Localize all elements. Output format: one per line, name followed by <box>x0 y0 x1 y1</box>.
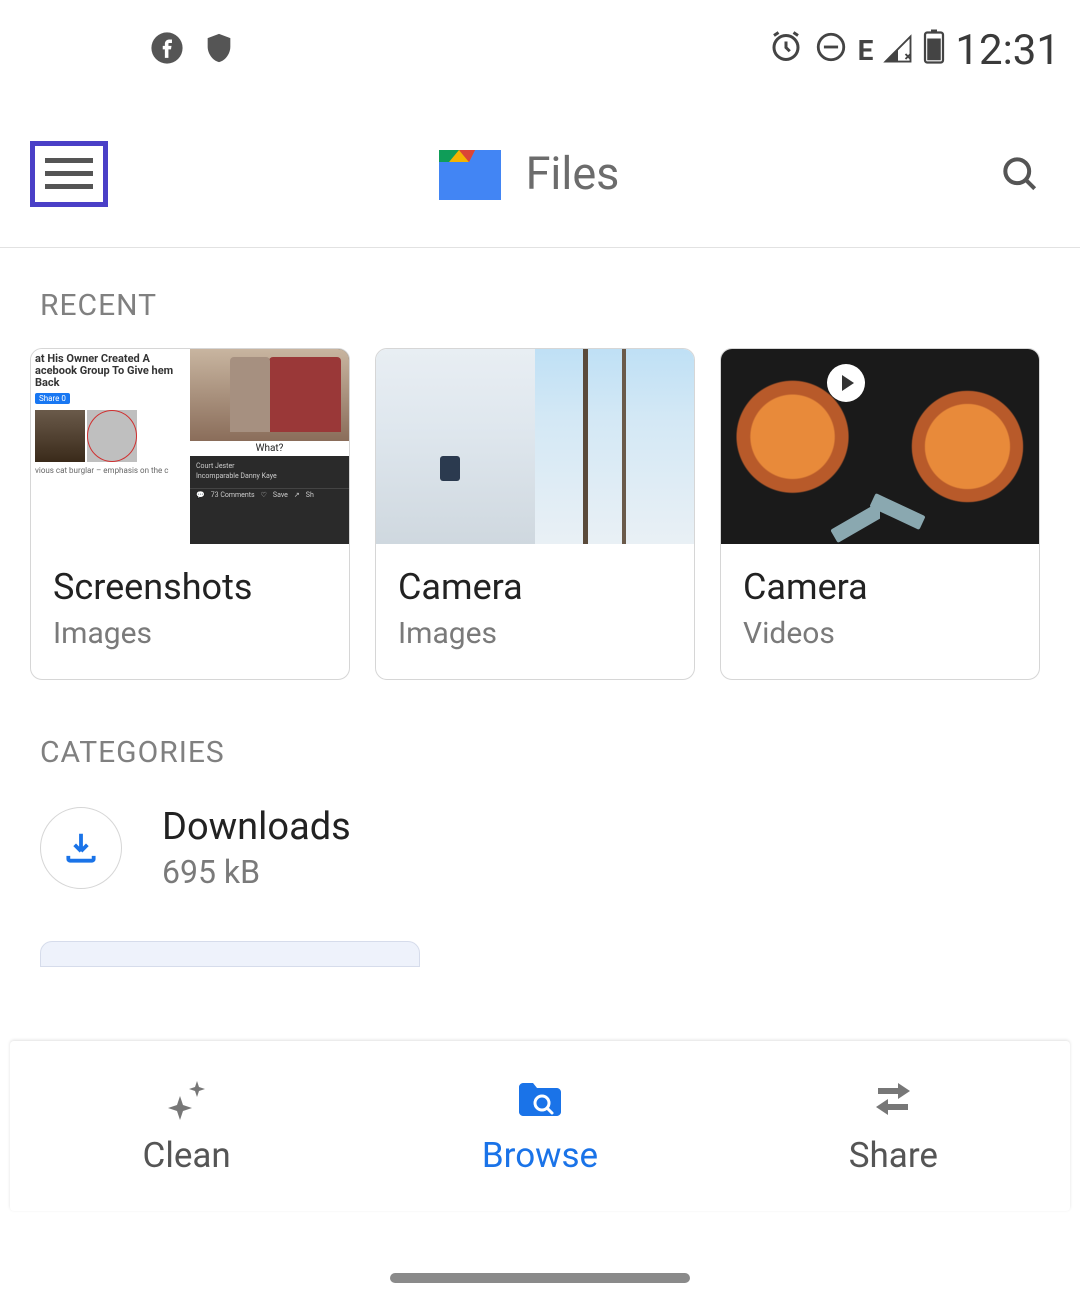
nav-label: Clean <box>143 1135 231 1176</box>
play-icon <box>827 364 865 402</box>
home-indicator[interactable] <box>390 1273 690 1283</box>
nav-label: Share <box>849 1135 938 1176</box>
status-right: E 12:31 <box>768 26 1060 75</box>
recent-row[interactable]: at His Owner Created A acebook Group To … <box>0 348 1080 680</box>
app-title-wrap: Files <box>68 144 990 204</box>
card-preview: at His Owner Created A acebook Group To … <box>31 349 349 544</box>
category-title: Downloads <box>162 805 351 849</box>
preview-thumb: at His Owner Created A acebook Group To … <box>31 349 190 544</box>
search-icon <box>998 152 1042 196</box>
categories-label: CATEGORIES <box>0 680 1080 795</box>
bottom-nav: Clean Browse Share <box>10 1041 1070 1211</box>
content: RECENT at His Owner Created A acebook Gr… <box>0 248 1080 967</box>
status-bar: E 12:31 <box>0 0 1080 100</box>
recent-label: RECENT <box>0 248 1080 348</box>
nav-clean[interactable]: Clean <box>10 1041 363 1211</box>
shield-icon <box>202 31 236 69</box>
preview-thumb <box>721 349 880 544</box>
recent-card-screenshots[interactable]: at His Owner Created A acebook Group To … <box>30 348 350 680</box>
files-logo-icon <box>439 144 501 204</box>
card-preview <box>721 349 1039 544</box>
search-button[interactable] <box>990 152 1050 196</box>
card-title: Camera <box>398 566 672 608</box>
swap-icon <box>868 1077 918 1125</box>
network-type: E <box>858 34 874 67</box>
category-downloads[interactable]: Downloads 695 kB <box>0 795 1080 921</box>
card-subtitle: Videos <box>743 616 1017 651</box>
card-subtitle: Images <box>53 616 327 651</box>
sparkle-icon <box>161 1077 213 1125</box>
download-icon <box>40 807 122 889</box>
recent-card-camera-images[interactable]: Camera Images <box>375 348 695 680</box>
category-size: 695 kB <box>162 853 351 891</box>
dnd-icon <box>814 26 848 75</box>
preview-thumb: What? Court Jester Incomparable Danny Ka… <box>190 349 349 544</box>
signal-icon <box>883 26 913 75</box>
preview-thumb <box>880 349 1039 544</box>
card-title: Screenshots <box>53 566 327 608</box>
folder-search-icon <box>515 1077 565 1125</box>
status-left <box>150 31 236 69</box>
partial-card[interactable] <box>40 941 420 967</box>
card-title: Camera <box>743 566 1017 608</box>
preview-thumb <box>376 349 535 544</box>
card-preview <box>376 349 694 544</box>
clock-time: 12:31 <box>955 26 1060 75</box>
nav-browse[interactable]: Browse <box>363 1041 716 1211</box>
nav-share[interactable]: Share <box>717 1041 1070 1211</box>
preview-thumb <box>535 349 694 544</box>
app-title: Files <box>526 147 620 200</box>
battery-icon <box>923 26 945 75</box>
alarm-icon <box>768 26 804 75</box>
nav-label: Browse <box>482 1135 598 1176</box>
app-bar: Files <box>0 100 1080 248</box>
card-subtitle: Images <box>398 616 672 651</box>
recent-card-camera-videos[interactable]: Camera Videos <box>720 348 1040 680</box>
facebook-icon <box>150 31 184 69</box>
